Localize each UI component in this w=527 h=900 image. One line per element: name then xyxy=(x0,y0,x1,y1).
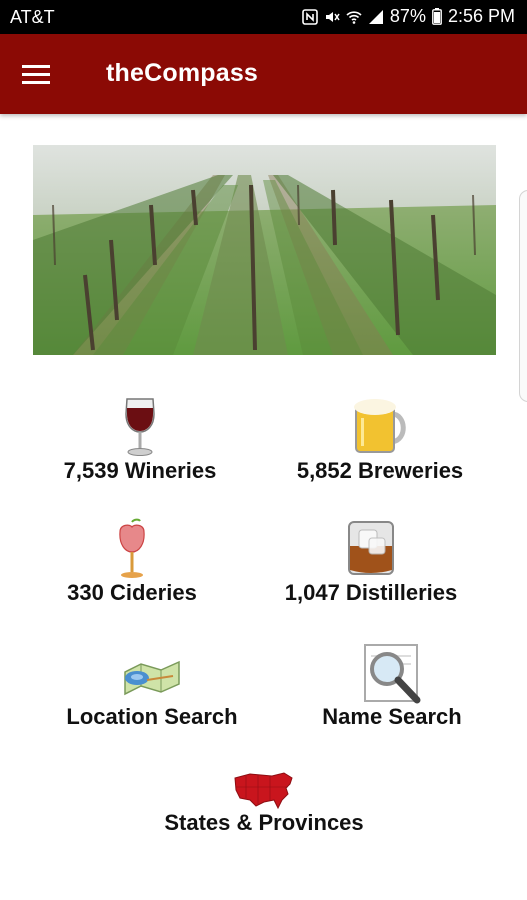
clock: 2:56 PM xyxy=(447,6,515,26)
app-bar: theCompass xyxy=(0,34,527,114)
breweries-label: 5,852 Breweries xyxy=(296,458,464,483)
wine-glass-icon xyxy=(125,398,155,456)
vineyard-photo xyxy=(33,145,496,355)
wifi-icon xyxy=(346,10,362,24)
magnifier-icon xyxy=(364,644,421,704)
nfc-icon xyxy=(302,8,318,25)
hamburger-menu-icon[interactable] xyxy=(14,56,58,92)
mute-icon xyxy=(325,11,340,22)
name-search-tile[interactable]: Name Search xyxy=(292,642,492,730)
map-icon xyxy=(124,660,180,696)
location-search-label: Location Search xyxy=(66,704,238,729)
distilleries-label: 1,047 Distilleries xyxy=(284,580,458,605)
states-provinces-tile[interactable]: States & Provinces xyxy=(132,770,396,836)
cideries-tile[interactable]: 330 Cideries xyxy=(32,518,232,606)
battery-icon xyxy=(432,8,442,25)
breweries-tile[interactable]: 5,852 Breweries xyxy=(280,396,480,484)
name-search-label: Name Search xyxy=(322,704,462,729)
status-icons: 87% 2:56 PM xyxy=(302,6,515,27)
cideries-label: 330 Cideries xyxy=(67,580,197,605)
carrier-name: AT&T xyxy=(10,7,55,27)
wineries-tile[interactable]: 7,539 Wineries xyxy=(40,396,240,484)
states-provinces-label: States & Provinces xyxy=(164,810,364,835)
location-search-tile[interactable]: Location Search xyxy=(52,642,252,730)
us-map-icon xyxy=(234,772,293,810)
apple-glass-icon xyxy=(119,518,145,578)
whiskey-glass-icon xyxy=(348,521,394,575)
beer-mug-icon xyxy=(354,399,406,453)
signal-icon xyxy=(368,9,383,24)
app-title: theCompass xyxy=(106,59,259,87)
battery-percent: 87% xyxy=(389,6,426,26)
wineries-label: 7,539 Wineries xyxy=(63,458,217,483)
status-bar: AT&T 87% 2:56 PM xyxy=(0,0,527,34)
distilleries-tile[interactable]: 1,047 Distilleries xyxy=(266,518,476,606)
scroll-edge xyxy=(519,190,527,402)
